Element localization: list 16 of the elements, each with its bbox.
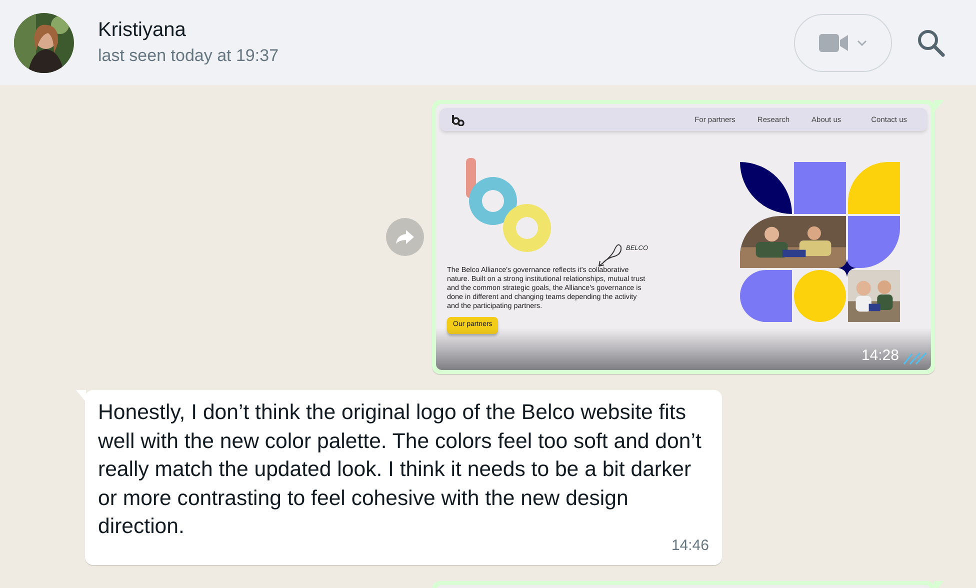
logo-icon [450,114,466,126]
message-time: 14:28 [861,346,899,366]
caret-icon [857,40,867,46]
star-icon [838,259,856,277]
decorative-tile [848,162,900,214]
decorative-tile [740,270,792,322]
forward-icon [395,229,415,245]
last-seen-status: last seen today at 19:37 [98,46,279,67]
decorative-tile [794,270,846,322]
decorative-tile [848,216,900,268]
contact-name: Kristiyana [98,18,187,42]
search-icon[interactable] [916,28,946,58]
video-call-button[interactable] [794,14,892,72]
decorative-tile [794,162,846,214]
video-camera-icon [819,32,849,52]
forward-button[interactable] [386,218,424,256]
